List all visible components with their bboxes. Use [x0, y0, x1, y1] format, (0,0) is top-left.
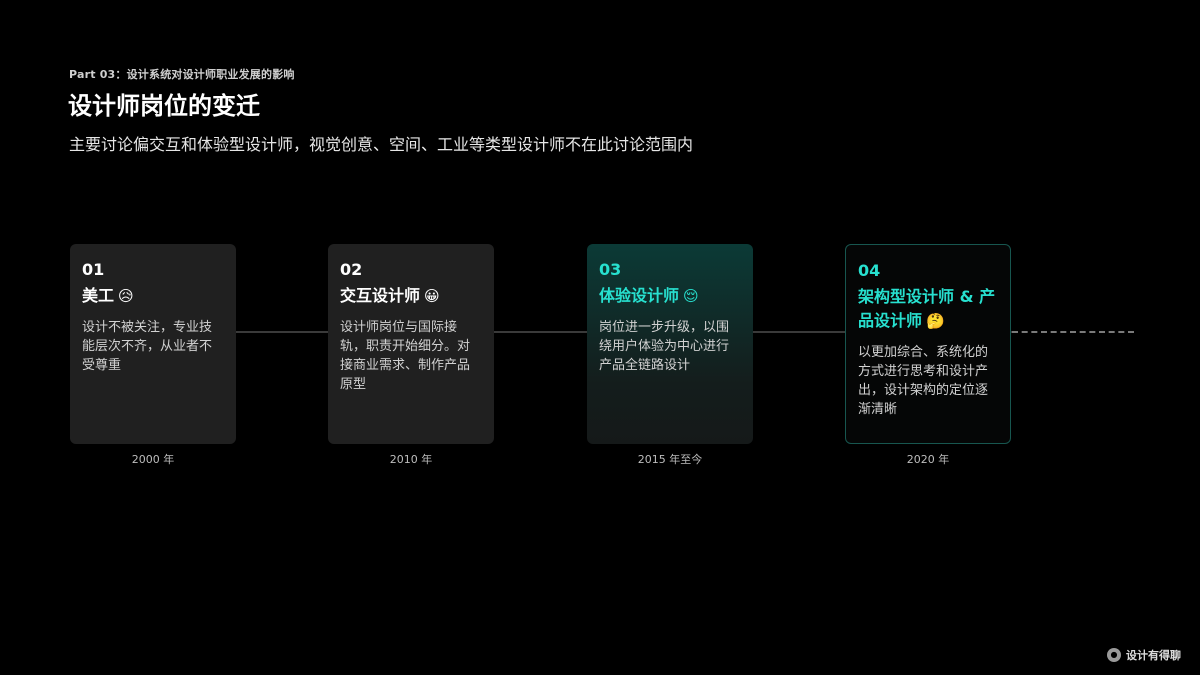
eyebrow-label: Part 03：设计系统对设计师职业发展的影响 — [69, 68, 295, 81]
year-label-04: 2020 年 — [906, 453, 950, 466]
timeline-card-01: 01 美工 😥 设计不被关注，专业技能层次不齐，从业者不受尊重 — [70, 244, 236, 444]
subtitle: 主要讨论偏交互和体验型设计师，视觉创意、空间、工业等类型设计师不在此讨论范围内 — [69, 135, 694, 154]
brand-watermark: ● 设计有得聊 — [1107, 647, 1181, 663]
timeline-dashed-extension — [1012, 331, 1134, 333]
card-number: 02 — [340, 260, 363, 279]
card-role: 交互设计师 😀 — [340, 284, 482, 308]
card-description: 设计师岗位与国际接轨，职责开始细分。对接商业需求、制作产品原型 — [340, 320, 471, 392]
sad-face-icon: 😥 — [118, 287, 134, 305]
card-description: 设计不被关注，专业技能层次不齐，从业者不受尊重 — [82, 320, 213, 373]
card-number: 04 — [858, 261, 881, 280]
grinning-face-icon: 😀 — [424, 287, 440, 305]
card-description: 以更加综合、系统化的方式进行思考和设计产出，设计架构的定位逐渐清晰 — [858, 345, 989, 417]
card-role: 体验设计师 😌 — [599, 284, 741, 308]
card-description: 岗位进一步升级，以围绕用户体验为中心进行产品全链路设计 — [599, 320, 730, 373]
card-role-label: 体验设计师 — [599, 286, 680, 305]
year-label-03: 2015 年至今 — [637, 453, 703, 466]
card-role: 架构型设计师 & 产品设计师 🤔 — [858, 285, 998, 333]
year-label-01: 2000 年 — [131, 453, 175, 466]
page-title: 设计师岗位的变迁 — [68, 92, 260, 120]
thinking-face-icon: 🤔 — [926, 312, 945, 330]
timeline-card-02: 02 交互设计师 😀 设计师岗位与国际接轨，职责开始细分。对接商业需求、制作产品原… — [328, 244, 494, 444]
card-role-label: 美工 — [82, 286, 115, 305]
card-number: 01 — [82, 260, 105, 279]
brand-name: 设计有得聊 — [1126, 649, 1181, 662]
timeline-card-04: 04 架构型设计师 & 产品设计师 🤔 以更加综合、系统化的方式进行思考和设计产出… — [845, 244, 1011, 444]
timeline-card-03: 03 体验设计师 😌 岗位进一步升级，以围绕用户体验为中心进行产品全链路设计 — [587, 244, 753, 444]
year-label-02: 2010 年 — [389, 453, 433, 466]
card-role: 美工 😥 — [82, 284, 224, 308]
card-number: 03 — [599, 260, 622, 279]
brand-logo-icon: ● — [1107, 648, 1121, 662]
relieved-face-icon: 😌 — [683, 287, 699, 305]
card-role-label: 交互设计师 — [340, 286, 421, 305]
